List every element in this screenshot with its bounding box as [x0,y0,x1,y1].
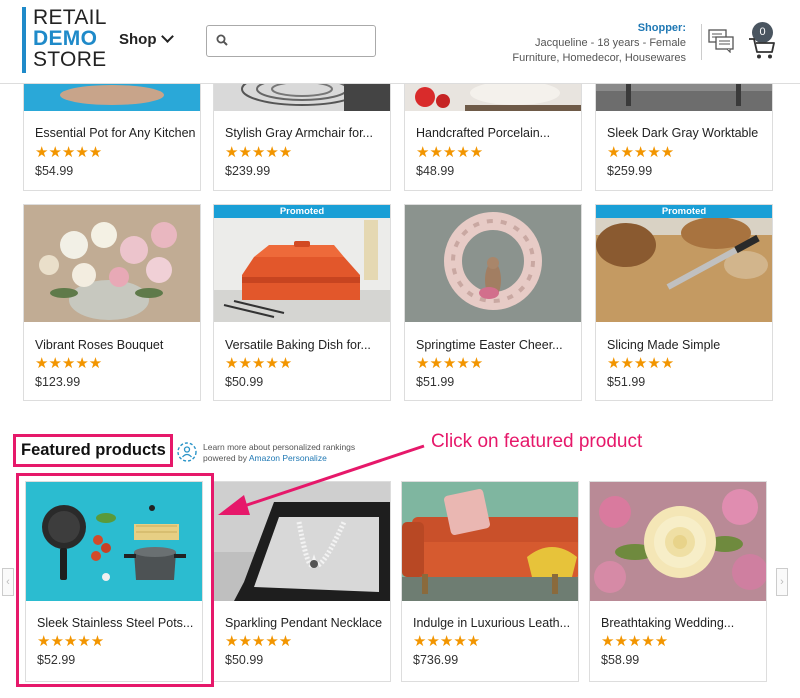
promoted-badge: Promoted [214,205,390,218]
search-input[interactable] [237,30,371,52]
rating-stars: ★★★★★ [225,144,293,161]
product-price: $50.99 [225,375,264,389]
search-icon [216,34,228,46]
product-price: $123.99 [35,375,81,389]
rating-stars: ★★★★★ [35,144,103,161]
rating-stars: ★★★★★ [607,355,675,372]
shopper-profile: Jacqueline - 18 years - Female [534,37,686,49]
featured-products-title: Featured products [21,441,166,459]
product-name[interactable]: Versatile Baking Dish for... [225,338,385,352]
rating-stars: ★★★★★ [416,355,484,372]
logo-line-demo: DEMO [33,27,98,50]
product-name[interactable]: Essential Pot for Any Kitchen [35,126,195,140]
rating-stars: ★★★★★ [601,633,669,650]
product-card[interactable]: Essential Pot for Any Kitchen ★★★★★ $54.… [23,70,201,191]
product-card[interactable]: Vibrant Roses Bouquet ★★★★★ $123.99 [23,204,201,401]
featured-product-card[interactable]: Sleek Stainless Steel Pots... ★★★★★ $52.… [25,481,203,682]
product-image-baking-dish [214,205,390,322]
product-price: $52.99 [37,653,76,667]
product-name[interactable]: Handcrafted Porcelain... [416,126,576,140]
logo-line-retail: RETAIL [33,6,107,29]
product-name[interactable]: Sparkling Pendant Necklace [225,616,385,630]
rating-stars: ★★★★★ [413,633,481,650]
shopper-label: Shopper: [637,22,686,34]
product-image-easter-wreath [405,205,581,322]
product-name[interactable]: Sleek Stainless Steel Pots... [37,616,197,630]
learn-more-line: Learn more about personalized rankings [203,442,356,452]
product-image-wedding-flowers [590,482,766,601]
rating-stars: ★★★★★ [225,633,293,650]
product-price: $736.99 [413,653,459,667]
product-name[interactable]: Stylish Gray Armchair for... [225,126,385,140]
product-name[interactable]: Sleek Dark Gray Worktable [607,126,767,140]
product-card[interactable]: Promoted Slicing Made Simple ★★★★★ $51.9… [595,204,773,401]
chat-icon[interactable] [708,29,734,53]
product-price: $259.99 [607,164,653,178]
powered-by-label: powered by [203,453,249,463]
shop-label: Shop [119,31,157,48]
featured-product-card[interactable]: Breathtaking Wedding... ★★★★★ $58.99 [589,481,767,682]
shopper-info[interactable]: Shopper: Jacqueline - 18 years - Female … [512,21,686,66]
product-name[interactable]: Vibrant Roses Bouquet [35,338,195,352]
product-image-necklace [214,482,390,601]
header: RETAIL DEMO STORE Shop Shopper: Jacqueli… [0,0,800,84]
product-name[interactable]: Breathtaking Wedding... [601,616,761,630]
rating-stars: ★★★★★ [35,355,103,372]
carousel-prev-button[interactable]: ‹ [2,568,14,596]
product-image-roses [24,205,200,322]
product-price: $48.99 [416,164,455,178]
product-price: $51.99 [607,375,646,389]
rating-stars: ★★★★★ [37,633,105,650]
featured-product-card[interactable]: Indulge in Luxurious Leath... ★★★★★ $736… [401,481,579,682]
header-divider [701,24,702,60]
carousel-next-button[interactable]: › [776,568,788,596]
product-price: $58.99 [601,653,640,667]
product-card[interactable]: Handcrafted Porcelain... ★★★★★ $48.99 [404,70,582,191]
logo-line-store: STORE [33,48,107,71]
shopper-interests: Furniture, Homedecor, Housewares [512,52,686,64]
product-price: $51.99 [416,375,455,389]
product-name[interactable]: Slicing Made Simple [607,338,767,352]
rating-stars: ★★★★★ [416,144,484,161]
product-image-knife [596,205,772,322]
product-image-sofa [402,482,578,601]
product-name[interactable]: Springtime Easter Cheer... [416,338,576,352]
product-card[interactable]: Sleek Dark Gray Worktable ★★★★★ $259.99 [595,70,773,191]
product-price: $54.99 [35,164,74,178]
personalize-icon[interactable] [176,440,198,464]
annotation-text: Click on featured product [431,431,643,452]
product-name[interactable]: Indulge in Luxurious Leath... [413,616,573,630]
learn-more-text: Learn more about personalized rankings p… [203,442,355,464]
product-card[interactable]: Promoted Versatile Baking Dish for... ★★… [213,204,391,401]
promoted-badge: Promoted [596,205,772,218]
shop-menu[interactable]: Shop [119,30,174,48]
cart-icon[interactable] [748,36,776,60]
logo[interactable]: RETAIL DEMO STORE [22,7,107,73]
rating-stars: ★★★★★ [607,144,675,161]
amazon-personalize-link[interactable]: Amazon Personalize [249,453,327,463]
chevron-down-icon [160,30,174,43]
featured-product-card[interactable]: Sparkling Pendant Necklace ★★★★★ $50.99 [213,481,391,682]
product-price: $50.99 [225,653,264,667]
product-card[interactable]: Springtime Easter Cheer... ★★★★★ $51.99 [404,204,582,401]
product-image-pots [26,482,202,601]
search-box[interactable] [206,25,376,57]
rating-stars: ★★★★★ [225,355,293,372]
product-card[interactable]: Stylish Gray Armchair for... ★★★★★ $239.… [213,70,391,191]
product-price: $239.99 [225,164,271,178]
